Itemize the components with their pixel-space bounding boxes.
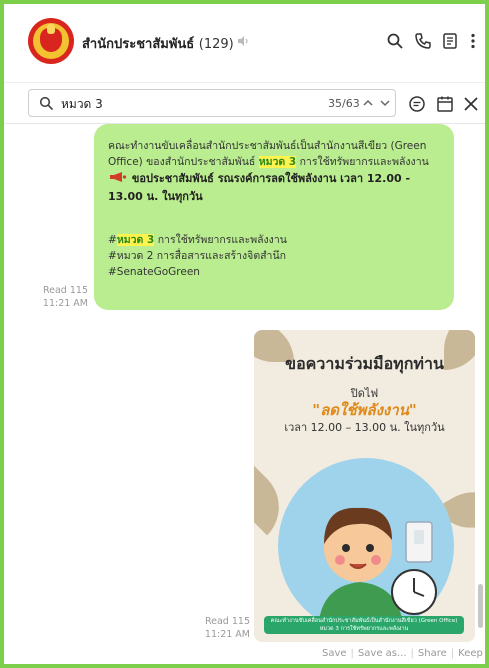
search-highlight: หมวด 3 <box>116 234 155 246</box>
calendar-icon[interactable] <box>436 95 454 113</box>
close-icon[interactable] <box>462 95 480 113</box>
search-box[interactable]: 35/63 <box>28 89 396 117</box>
timestamp: 11:21 AM <box>204 629 250 640</box>
message-bold-line: ขอประชาสัมพันธ์ รณรงค์การลดใช้พลังงาน เว… <box>108 170 444 206</box>
read-count: Read 115 <box>42 285 88 296</box>
share-button[interactable]: Share <box>418 648 447 659</box>
chevron-down-icon[interactable] <box>379 97 391 109</box>
poster-footer: คณะทำงานขับเคลื่อนสำนักประชาสัมพันธ์เป็น… <box>264 616 464 634</box>
keep-button[interactable]: Keep <box>458 648 483 659</box>
phone-icon[interactable] <box>414 32 432 50</box>
message-meta: Read 115 11:21 AM <box>38 284 88 310</box>
poster-illustration <box>278 458 454 634</box>
mute-icon[interactable] <box>236 34 250 48</box>
chat-window: สำนักประชาสัมพันธ์ (129) หมวด 3 35/63 คณ… <box>0 0 489 668</box>
megaphone-icon <box>110 172 127 182</box>
hashtag-item[interactable]: #SenateGoGreen <box>108 264 444 280</box>
message-meta: Read 115 11:21 AM <box>194 615 250 641</box>
group-avatar[interactable] <box>28 18 74 64</box>
message-text: ขอประชาสัมพันธ์ รณรงค์การลดใช้พลังงาน เว… <box>108 172 411 203</box>
chat-bubble-icon[interactable] <box>408 95 426 113</box>
hashtag-item[interactable]: #หมวด 3 การใช้ทรัพยากรและพลังงาน <box>108 232 444 248</box>
search-highlight: หมวด 3 <box>258 156 297 168</box>
image-actions: Save | Save as... | Share | Keep <box>322 648 483 659</box>
search-bar: 35/63 <box>4 82 485 124</box>
search-icon[interactable] <box>386 32 404 50</box>
message-list[interactable]: คณะทำงานขับเคลื่อนสำนักประชาสัมพันธ์เป็น… <box>4 124 485 664</box>
chat-name: สำนักประชาสัมพันธ์ <box>82 37 195 52</box>
hashtag-item[interactable]: #หมวด 2 การสื่อสารและสร้างจิตสำนึก <box>108 248 444 264</box>
poster-time: เวลา 12.00 – 13.00 น. ในทุกวัน <box>284 421 445 434</box>
timestamp: 11:21 AM <box>42 298 88 309</box>
member-count: (129) <box>198 37 234 52</box>
scrollbar[interactable] <box>478 584 483 628</box>
poster-title: ขอความร่วมมือทุกท่าน <box>285 354 444 373</box>
hashtag-list: #หมวด 3 การใช้ทรัพยากรและพลังงาน #หมวด 2… <box>108 232 444 280</box>
search-result-count: 35/63 <box>328 97 360 110</box>
more-icon[interactable] <box>464 32 482 50</box>
message-text: การใช้ทรัพยากรและพลังงาน <box>299 156 429 168</box>
search-input[interactable] <box>61 94 261 114</box>
read-count: Read 115 <box>204 616 250 627</box>
chat-title[interactable]: สำนักประชาสัมพันธ์ (129) <box>82 33 234 54</box>
poster-image[interactable]: ขอความร่วมมือทุกท่าน ปิดไฟ "ลดใช้พลังงาน… <box>254 330 475 642</box>
save-as-button[interactable]: Save as... <box>358 648 407 659</box>
message-paragraph: คณะทำงานขับเคลื่อนสำนักประชาสัมพันธ์เป็น… <box>108 138 444 170</box>
chat-header: สำนักประชาสัมพันธ์ (129) <box>4 4 485 76</box>
notes-icon[interactable] <box>441 32 459 50</box>
message-bubble[interactable]: คณะทำงานขับเคลื่อนสำนักประชาสัมพันธ์เป็น… <box>94 124 454 310</box>
save-button[interactable]: Save <box>322 648 347 659</box>
chevron-up-icon[interactable] <box>362 97 374 109</box>
search-icon <box>39 96 54 111</box>
